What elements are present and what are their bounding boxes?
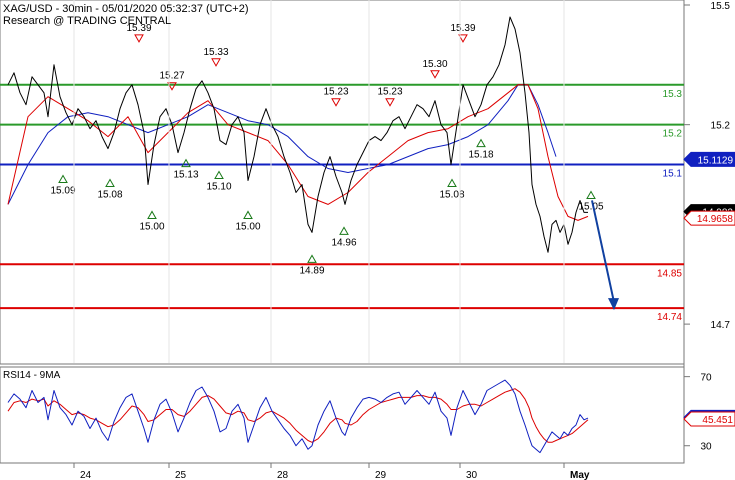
price-tick-label: 14.7 (711, 320, 731, 331)
marker-low (307, 254, 317, 263)
marker-low (447, 178, 457, 188)
marker-high-label: 15.33 (203, 47, 228, 58)
price-layer (7, 16, 588, 253)
marker-high-label: 15.27 (159, 71, 184, 82)
forecast-arrow (591, 200, 619, 311)
marker-low-label: 15.05 (578, 202, 603, 213)
pivot-markers: 15.3915.2715.3315.2315.2315.3015.3915.50… (50, 23, 603, 276)
rsi-badge-ma-label: 45.451 (702, 415, 733, 426)
marker-low (105, 178, 115, 188)
price-badge-pivot-label: 15.1129 (698, 155, 734, 166)
ma-fast-layer (7, 84, 589, 221)
marker-low-label: 14.96 (331, 237, 356, 248)
time-label-May: May (570, 470, 590, 480)
marker-low-label: 15.08 (439, 190, 464, 201)
time-label-25: 25 (175, 470, 187, 480)
price-tick-label: 15.5 (711, 1, 731, 12)
marker-low-label: 15.18 (468, 150, 493, 161)
chart-title: XAG/USD - 30min - 05/01/2020 05:32:37 (U… (3, 3, 248, 15)
marker-low-label: 14.89 (299, 265, 324, 276)
marker-high (211, 58, 221, 67)
marker-low (243, 210, 253, 219)
level-label-15.1: 15.1 (663, 169, 683, 180)
ma-slow-layer (7, 84, 557, 205)
marker-high (430, 70, 440, 79)
time-label-30: 30 (466, 470, 478, 480)
marker-high-label: 15.30 (422, 59, 447, 70)
marker-high-label: 15.39 (450, 23, 475, 34)
marker-low (476, 138, 486, 148)
marker-low-label: 15.10 (206, 182, 231, 193)
level-label-15.2: 15.2 (663, 129, 683, 140)
marker-low-label: 15.09 (50, 186, 75, 197)
marker-high-label: 15.23 (377, 87, 402, 98)
marker-low (586, 190, 596, 199)
marker-low (58, 174, 68, 184)
level-label-15.3: 15.3 (663, 89, 683, 100)
chart-canvas: 15.3 15.2 15.1 14.85 14.74 15.39 15.27 15.33 15… (0, 0, 735, 480)
rsi-layer: 703046.430445.451 (7, 373, 735, 454)
forecast-arrow-shaft (591, 200, 615, 303)
marker-low (339, 226, 349, 235)
marker-high (385, 98, 395, 107)
rsi-ma-line (7, 388, 589, 443)
marker-low-label: 15.00 (139, 221, 164, 232)
time-label-29: 29 (375, 470, 387, 480)
time-label-28: 28 (277, 470, 289, 480)
rsi-line (7, 379, 589, 454)
price-tick-label: 15.2 (711, 121, 731, 132)
rsi-tick-label: 30 (700, 442, 712, 453)
rsi-panel-frame (0, 366, 685, 464)
time-label-24: 24 (80, 470, 92, 480)
marker-low-label: 15.08 (97, 190, 122, 201)
price-badge-ma-label: 14.9658 (697, 214, 734, 225)
marker-low-label: 15.13 (173, 170, 198, 181)
level-label-14.85: 14.85 (657, 268, 682, 279)
marker-high (134, 34, 144, 43)
rsi-tick-label: 70 (700, 373, 712, 384)
marker-high-label: 15.23 (323, 87, 348, 98)
marker-low (214, 170, 224, 180)
marker-high (331, 98, 341, 107)
price-axis: 15.515.214.715.112914.98214.9658 (683, 1, 735, 331)
level-label-14.74: 14.74 (657, 312, 682, 323)
marker-low (147, 210, 157, 219)
rsi-label: RSI14 - 9MA (3, 370, 61, 381)
ma-slow-line (7, 84, 557, 205)
ma-fast-line (7, 84, 589, 221)
price-line (7, 16, 588, 253)
marker-low-label: 15.00 (235, 221, 260, 232)
price-panel-frame (0, 0, 685, 365)
chart-subtitle: Research @ TRADING CENTRAL (3, 15, 171, 27)
